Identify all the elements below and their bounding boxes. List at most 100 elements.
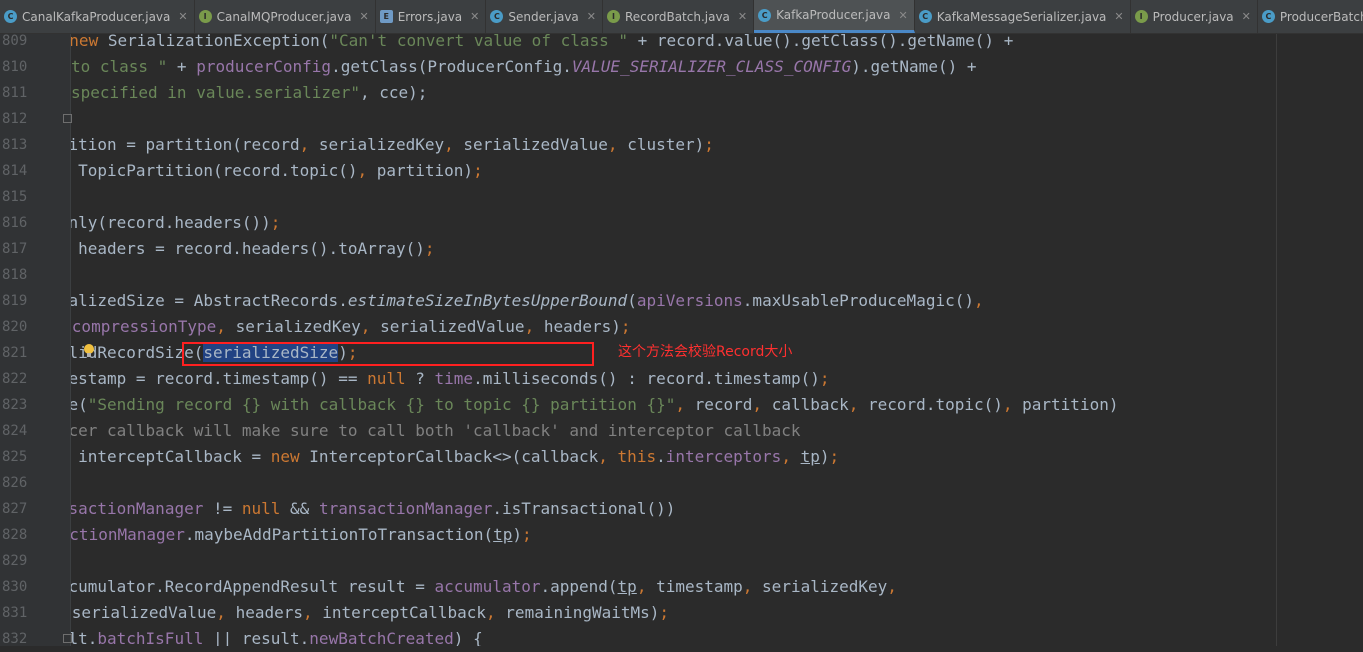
enum-icon: E <box>379 10 393 23</box>
code-token: InterceptorCallback<>(callback <box>309 447 599 466</box>
code-line[interactable]: Header[] headers = record.headers().toAr… <box>71 236 435 262</box>
code-line[interactable]: int partition = partition(record, serial… <box>71 132 714 158</box>
code-token: new <box>270 447 310 466</box>
tab-recordbatch[interactable]: I RecordBatch.java ✕ <box>603 0 755 33</box>
code-line[interactable]: setReadOnly(record.headers()); <box>71 210 280 236</box>
close-icon[interactable]: ✕ <box>899 9 908 22</box>
code-token: != <box>203 499 242 518</box>
line-number: 830 <box>2 579 28 595</box>
tab-label: Sender.java <box>508 9 579 24</box>
code-token: ) { <box>453 629 483 646</box>
class-icon: C <box>1261 10 1275 23</box>
code-line[interactable]: // producer callback will make sure to c… <box>71 418 801 444</box>
code-token: headers) <box>543 317 621 336</box>
code-line[interactable]: compressionType, serializedKey, serializ… <box>72 314 631 340</box>
code-token: , <box>887 577 897 596</box>
close-icon[interactable]: ✕ <box>738 10 747 23</box>
tab-errors[interactable]: E Errors.java ✕ <box>376 0 487 33</box>
code-line[interactable]: serializedValue, headers, interceptCallb… <box>72 600 669 626</box>
code-line[interactable]: int serializedSize = AbstractRecords.est… <box>71 288 984 314</box>
code-token: , <box>636 577 657 596</box>
tab-producerbatch[interactable]: C ProducerBatch. <box>1258 0 1363 33</box>
line-number: 815 <box>2 189 28 205</box>
code-line[interactable]: RecordAccumulator.RecordAppendResult res… <box>71 574 897 600</box>
code-line[interactable]: Callback interceptCallback = new Interce… <box>71 444 839 470</box>
code-token: tp <box>800 447 820 466</box>
line-number: 811 <box>2 85 28 101</box>
code-token: VALUE_SERIALIZER_CLASS_CONFIG <box>571 57 852 76</box>
tab-label: Producer.java <box>1152 9 1234 24</box>
code-token: record.topic() <box>868 395 1003 414</box>
code-token: serializedValue <box>71 603 217 622</box>
code-token: RecordAccumulator.RecordAppendResult res… <box>71 577 425 596</box>
code-token: , <box>303 603 323 622</box>
code-line[interactable]: if (result.batchIsFull || result.newBatc… <box>71 626 483 646</box>
line-number-gutter: 809 810 811 812 813 814 815 816 817 818 819 820 821 8… <box>0 33 72 647</box>
code-token: partition) <box>376 161 474 180</box>
tab-label: CanalMQProducer.java <box>216 9 352 24</box>
code-token: , <box>675 395 695 414</box>
close-icon[interactable]: ✕ <box>359 10 368 23</box>
code-token: ; <box>270 213 281 232</box>
close-icon[interactable]: ✕ <box>1114 10 1123 23</box>
code-line[interactable]: log.trace("Sending record {} with callba… <box>71 392 1118 418</box>
code-line[interactable]: throw new SerializationException("Can't … <box>71 34 1013 54</box>
line-number: 831 <box>2 605 28 621</box>
code-token: Header[] headers = record.headers().toAr… <box>78 239 425 258</box>
code-token: time <box>434 369 474 388</box>
close-icon[interactable]: ✕ <box>587 10 596 23</box>
interface-icon: I <box>198 10 212 23</box>
code-line[interactable]: tp = new TopicPartition(record.topic(), … <box>71 158 483 184</box>
code-token: setReadOnly(record.headers()) <box>71 213 271 232</box>
tab-kafkaproducer[interactable]: C KafkaProducer.java ✕ <box>754 0 915 33</box>
tab-sender[interactable]: C Sender.java ✕ <box>486 0 603 33</box>
highlight-annotation-box <box>182 342 594 366</box>
close-icon[interactable]: ✕ <box>178 10 187 23</box>
line-number: 817 <box>2 241 28 257</box>
code-token: remainingWaitMs) <box>505 603 660 622</box>
line-number: 832 <box>2 631 28 647</box>
code-token: , <box>357 161 377 180</box>
code-token: ) <box>512 525 523 544</box>
tab-label: RecordBatch.java <box>625 9 730 24</box>
code-token: SerializationException( <box>107 34 330 50</box>
line-number: 821 <box>2 345 28 361</box>
close-icon[interactable]: ✕ <box>1242 10 1251 23</box>
code-token: (result. <box>71 629 98 646</box>
code-line[interactable]: if (transactionManager != null && transa… <box>71 496 675 522</box>
code-token: , <box>299 135 319 154</box>
code-token: , <box>973 291 984 310</box>
tab-canalmqproducer[interactable]: I CanalMQProducer.java ✕ <box>195 0 376 33</box>
line-number: 825 <box>2 449 28 465</box>
code-token: TopicPartition(record.topic() <box>78 161 358 180</box>
code-token: ; <box>424 239 435 258</box>
line-number: 824 <box>2 423 28 439</box>
code-token: transactionManager <box>318 499 493 518</box>
code-token: , <box>607 135 628 154</box>
code-line[interactable]: long timestamp = record.timestamp() == n… <box>71 366 829 392</box>
code-line[interactable]: " to class " + producerConfig.getClass(P… <box>71 54 976 80</box>
code-token: .isTransactional()) <box>492 499 676 518</box>
code-token: , <box>486 603 506 622</box>
code-token: null <box>367 369 416 388</box>
code-token: throw new <box>71 34 99 50</box>
tab-kafkamessageserializer[interactable]: C KafkaMessageSerializer.java ✕ <box>915 0 1131 33</box>
code-line[interactable]: transactionManager.maybeAddPartitionToTr… <box>71 522 532 548</box>
lightbulb-icon[interactable] <box>83 343 95 359</box>
code-editor[interactable]: throw new SerializationException("Can't … <box>71 34 1363 646</box>
line-number: 814 <box>2 163 28 179</box>
tab-producer[interactable]: I Producer.java ✕ <box>1131 0 1258 33</box>
class-icon: C <box>490 10 504 23</box>
code-token: interceptors <box>665 447 782 466</box>
line-number: 812 <box>2 111 28 127</box>
code-token: .trace( <box>71 395 88 414</box>
code-token: , <box>848 395 869 414</box>
code-token: , <box>360 317 381 336</box>
code-token: .milliseconds() : record.timestamp() <box>473 369 820 388</box>
close-icon[interactable]: ✕ <box>470 10 479 23</box>
code-line[interactable]: " specified in value.serializer", cce); <box>71 80 427 106</box>
annotation-note: 这个方法会校验Record大小 <box>618 344 793 360</box>
code-token: headers <box>235 603 303 622</box>
line-number: 827 <box>2 501 28 517</box>
line-number: 829 <box>2 553 28 569</box>
